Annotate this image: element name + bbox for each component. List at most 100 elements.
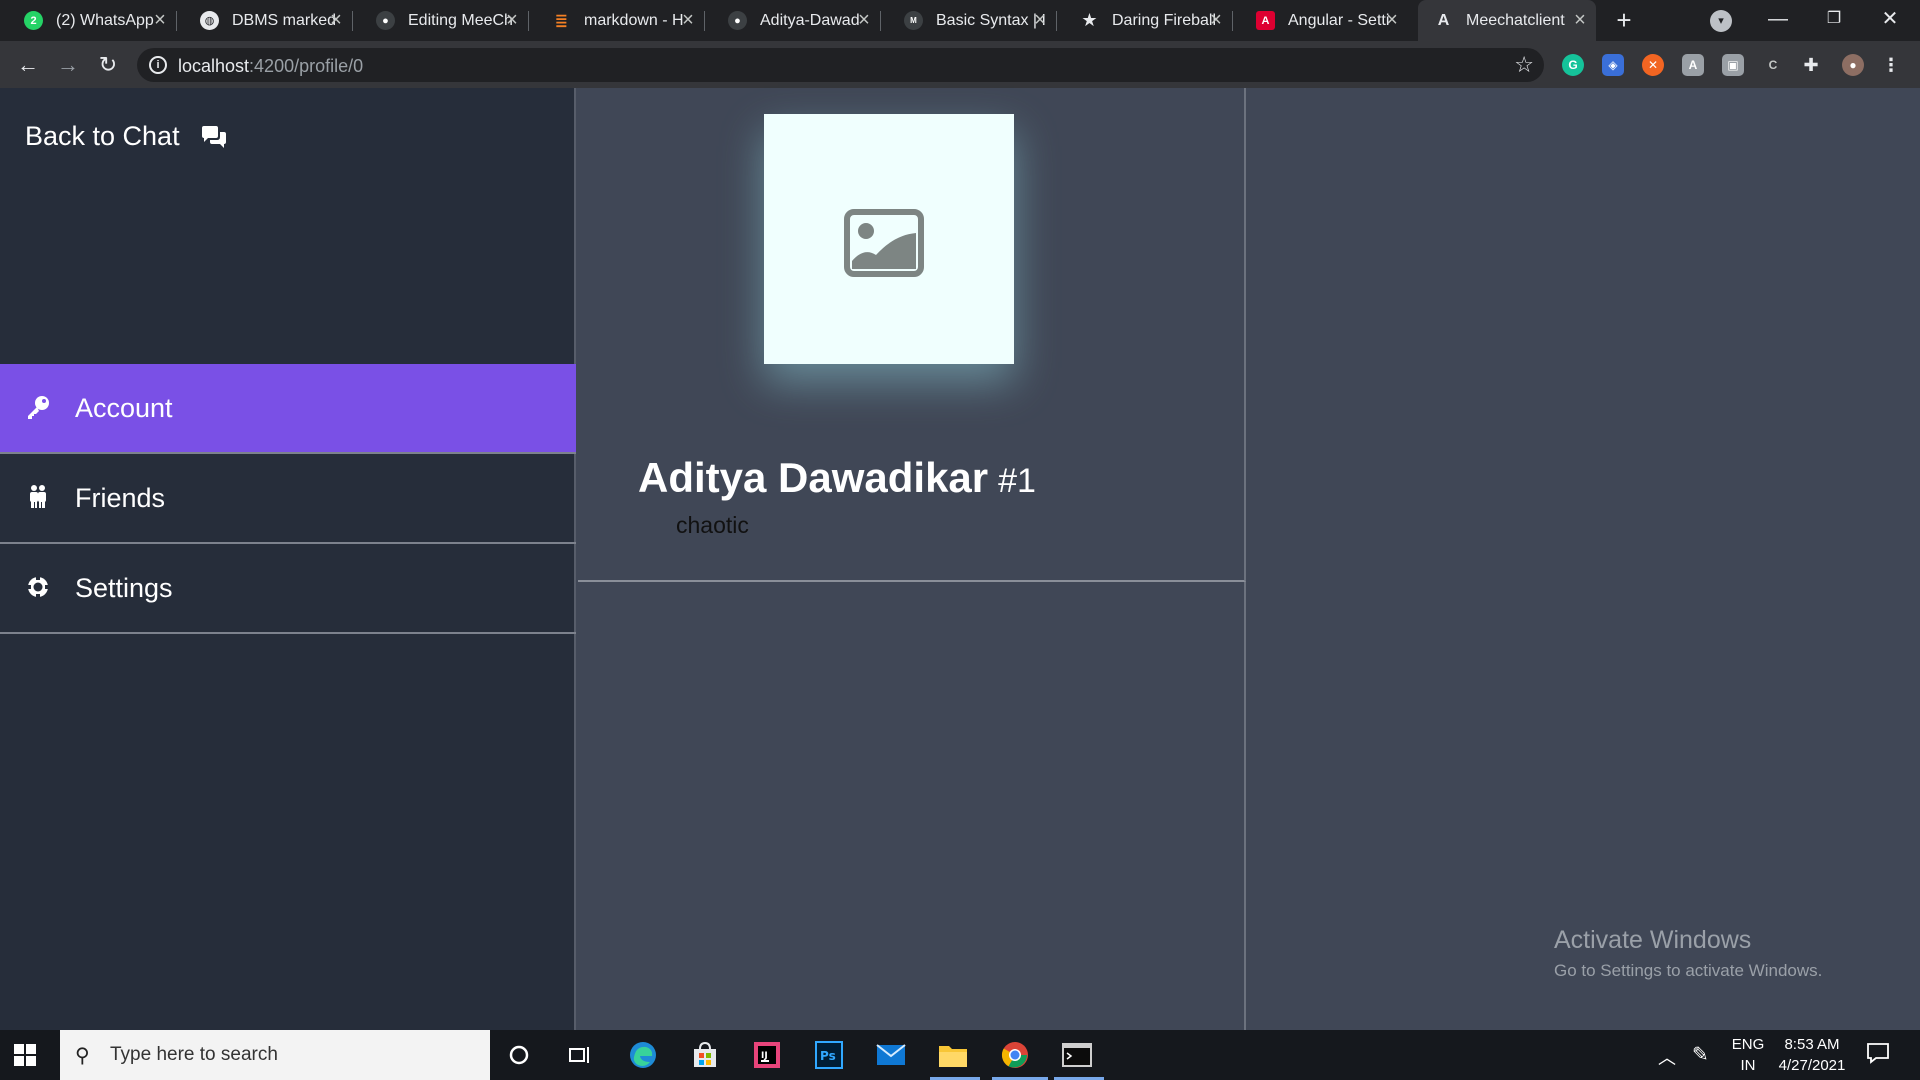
windows-taskbar: ⚲ Type here to search IJ Ps ︿ ✎ ENG IN 8… (0, 1030, 1920, 1080)
profile-name-text: Aditya Dawadikar (638, 454, 989, 501)
language-code: ENG (1731, 1036, 1765, 1053)
bookmark-star-icon[interactable]: ☆ (1514, 52, 1534, 78)
stackoverflow-icon: ≣ (554, 12, 569, 30)
svg-text:IJ: IJ (761, 1051, 768, 1061)
chrome-icon[interactable] (999, 1039, 1031, 1071)
extension-icon[interactable]: ▣ (1722, 54, 1744, 76)
extensions-puzzle-icon[interactable]: ✚ (1800, 54, 1822, 76)
tab-angular[interactable]: A Angular - Setti × (1232, 0, 1408, 41)
watermark-subtitle: Go to Settings to activate Windows. (1554, 961, 1823, 980)
star-icon: ★ (1081, 10, 1098, 30)
sidebar: Back to Chat Account Friends Settings (0, 88, 576, 1030)
tab-markdown[interactable]: ≣ markdown - H × (528, 0, 705, 41)
angular-icon: A (1256, 11, 1275, 30)
tab-close-icon[interactable]: × (150, 10, 170, 30)
activate-windows-watermark: Activate Windows Go to Settings to activ… (1554, 926, 1822, 981)
windows-start-icon[interactable] (14, 1044, 36, 1066)
new-tab-button[interactable]: + (1610, 7, 1638, 35)
extension-icon[interactable]: C (1762, 54, 1784, 76)
gear-icon (25, 574, 51, 600)
tab-close-icon[interactable]: × (1382, 10, 1402, 30)
minimize-icon[interactable]: — (1750, 0, 1806, 41)
tab-daring-fireball[interactable]: ★ Daring Fireball × (1056, 0, 1233, 41)
extension-icon[interactable]: A (1682, 54, 1704, 76)
search-placeholder: Type here to search (110, 1044, 278, 1065)
tab-aditya-dawad[interactable]: ● Aditya-Dawad × (704, 0, 881, 41)
back-arrow-icon[interactable]: ← (14, 51, 42, 79)
angular-logo-icon: A (1437, 11, 1450, 29)
svg-text:Ps: Ps (820, 1049, 836, 1063)
browser-toolbar: ← → ↻ i localhost:4200/profile/0 ☆ G ◈ ✕… (0, 41, 1920, 88)
tab-meechatclient[interactable]: A Meechatclient × (1418, 0, 1596, 41)
menu-item-account[interactable]: Account (0, 364, 576, 454)
globe-icon: ◍ (200, 11, 219, 30)
profile-status: chaotic (676, 512, 749, 538)
friends-icon (25, 484, 51, 510)
reload-icon[interactable]: ↻ (94, 51, 122, 79)
menu-item-label: Account (75, 392, 173, 423)
whatsapp-icon: 2 (24, 11, 43, 30)
tab-basic-syntax[interactable]: M Basic Syntax | I × (880, 0, 1057, 41)
site-info-icon[interactable]: i (149, 56, 167, 74)
tab-search-icon[interactable]: ▾ (1710, 10, 1732, 32)
chat-bubbles-icon (200, 125, 228, 149)
tab-dbms[interactable]: ◍ DBMS marked × (176, 0, 353, 41)
grammarly-extension-icon[interactable]: G (1562, 54, 1584, 76)
tab-close-icon[interactable]: × (854, 10, 874, 30)
task-view-icon[interactable] (564, 1039, 596, 1071)
tab-close-icon[interactable]: × (1570, 10, 1590, 30)
microsoft-store-icon[interactable] (689, 1039, 721, 1071)
watermark-title: Activate Windows (1554, 926, 1752, 954)
extension-icon[interactable]: ◈ (1602, 54, 1624, 76)
chrome-menu-icon[interactable]: ⋮ (1880, 54, 1902, 76)
image-placeholder-icon (844, 209, 924, 282)
profile-id: #1 (998, 462, 1036, 500)
region-code: IN (1740, 1057, 1756, 1074)
terminal-icon[interactable] (1061, 1039, 1093, 1071)
extension-icon[interactable]: ✕ (1642, 54, 1664, 76)
settings-menu: Account Friends Settings (0, 364, 576, 634)
menu-item-friends[interactable]: Friends (0, 454, 576, 544)
search-icon: ⚲ (75, 1045, 90, 1067)
action-center-icon[interactable] (1866, 1042, 1890, 1070)
browser-tab-strip: 2 (2) WhatsApp × ◍ DBMS marked × ● Editi… (0, 0, 1920, 41)
forward-arrow-icon[interactable]: → (54, 51, 82, 79)
tab-editing[interactable]: ● Editing MeeCh × (352, 0, 529, 41)
clock-date: 4/27/2021 (1778, 1057, 1846, 1074)
menu-item-label: Settings (75, 572, 173, 603)
github-icon: ● (376, 11, 395, 30)
markdown-guide-icon: M (904, 11, 923, 30)
edge-browser-icon[interactable] (627, 1039, 659, 1071)
file-explorer-icon[interactable] (937, 1039, 969, 1071)
intellij-icon[interactable]: IJ (751, 1039, 783, 1071)
clock[interactable]: 8:53 AM 4/27/2021 (1772, 1036, 1852, 1074)
back-to-chat-label: Back to Chat (25, 121, 180, 151)
avatar[interactable] (764, 114, 1014, 364)
menu-item-settings[interactable]: Settings (0, 544, 576, 634)
profile-name: Aditya Dawadikar #1 (638, 454, 1036, 502)
url-text[interactable]: localhost:4200/profile/0 (178, 56, 363, 77)
pen-icon[interactable]: ✎ (1692, 1042, 1709, 1067)
tab-close-icon[interactable]: × (326, 10, 346, 30)
photoshop-icon[interactable]: Ps (813, 1039, 845, 1071)
url-host: localhost (178, 56, 250, 76)
back-to-chat-link[interactable]: Back to Chat (25, 121, 228, 152)
tab-close-icon[interactable]: × (1206, 10, 1226, 30)
show-hidden-icons-chevron-icon[interactable]: ︿ (1658, 1044, 1676, 1070)
close-window-icon[interactable]: ✕ (1862, 0, 1918, 41)
profile-avatar-icon[interactable]: ● (1842, 54, 1864, 76)
tab-close-icon[interactable]: × (1030, 10, 1050, 30)
tab-close-icon[interactable]: × (502, 10, 522, 30)
cortana-icon[interactable] (503, 1039, 535, 1071)
app-page: Back to Chat Account Friends Settings Ad… (0, 88, 1920, 1030)
tab-whatsapp[interactable]: 2 (2) WhatsApp × (0, 0, 177, 41)
restore-icon[interactable]: ❐ (1806, 0, 1862, 41)
key-icon (25, 394, 51, 420)
mail-icon[interactable] (875, 1039, 907, 1071)
menu-item-label: Friends (75, 482, 166, 513)
url-path: :4200/profile/0 (249, 56, 364, 76)
tab-close-icon[interactable]: × (678, 10, 698, 30)
address-bar[interactable]: i localhost:4200/profile/0 ☆ (137, 48, 1544, 82)
taskbar-search-input[interactable]: ⚲ Type here to search (60, 1030, 490, 1080)
language-indicator[interactable]: ENG IN (1728, 1036, 1768, 1074)
